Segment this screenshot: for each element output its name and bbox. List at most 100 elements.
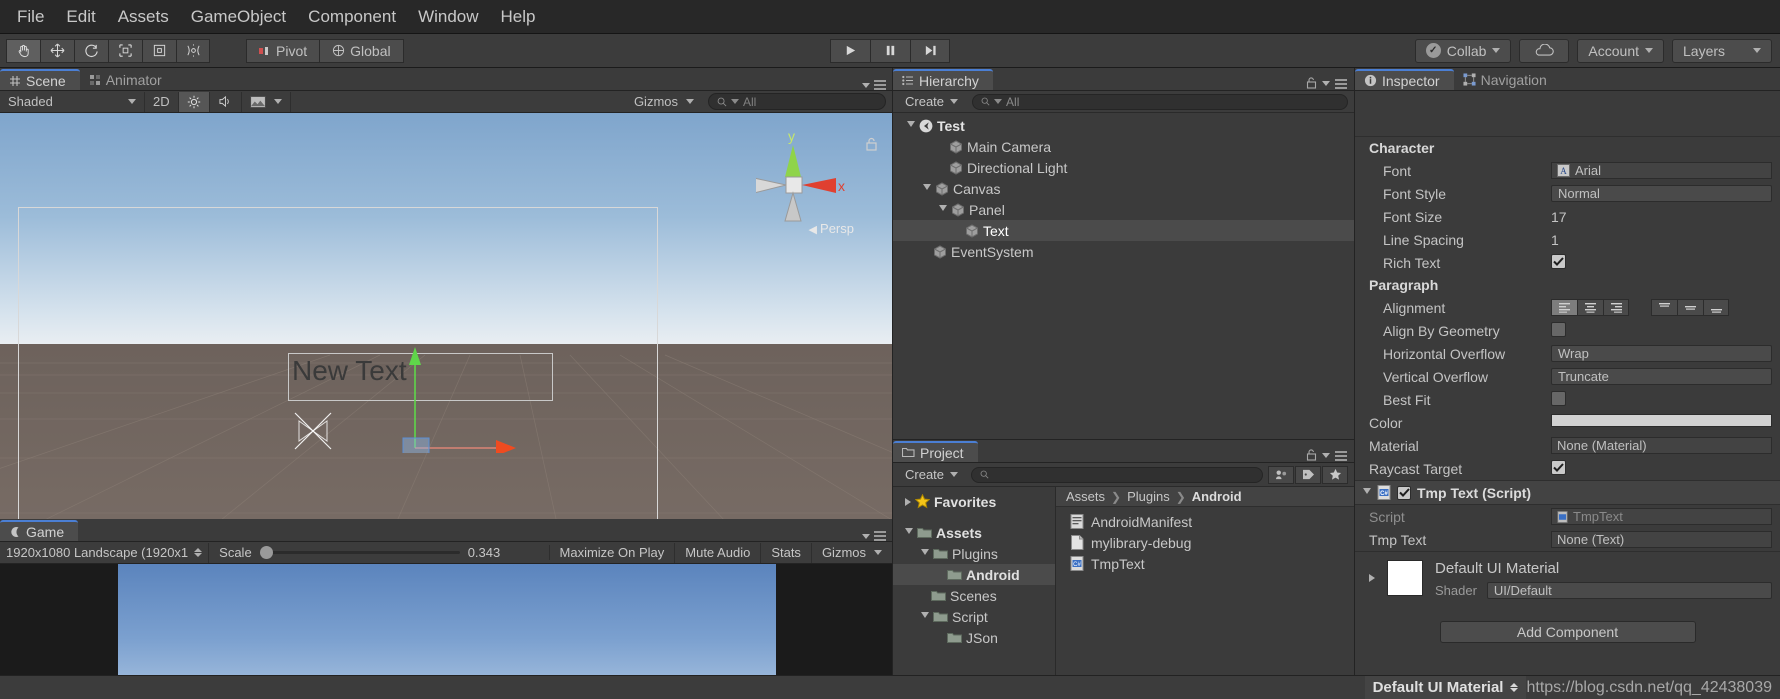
- rotate-tool-button[interactable]: [74, 38, 108, 63]
- play-button[interactable]: [830, 38, 870, 63]
- tab-navigation[interactable]: Navigation: [1453, 69, 1561, 90]
- script-object-field[interactable]: TmpText: [1551, 508, 1772, 525]
- maximize-on-play-button[interactable]: Maximize On Play: [550, 542, 676, 563]
- mute-audio-button[interactable]: Mute Audio: [675, 542, 762, 563]
- hierarchy-create-button[interactable]: Create: [897, 93, 966, 111]
- project-row-favorites[interactable]: Favorites: [893, 491, 1055, 512]
- hierarchy-row-eventsystem[interactable]: EventSystem: [893, 241, 1354, 262]
- chevron-down-icon[interactable]: [921, 611, 929, 622]
- menu-edit[interactable]: Edit: [55, 5, 106, 29]
- lock-icon[interactable]: [1306, 449, 1317, 462]
- shader-dropdown[interactable]: UI/Default: [1486, 582, 1772, 599]
- toggle-2d-button[interactable]: 2D: [145, 91, 179, 112]
- font-size-input[interactable]: 17: [1551, 208, 1772, 225]
- scale-tool-button[interactable]: [108, 38, 142, 63]
- scale-slider-group[interactable]: Scale 0.343: [209, 545, 550, 560]
- line-spacing-input[interactable]: 1: [1551, 231, 1772, 248]
- shading-mode-dropdown[interactable]: Shaded: [0, 91, 145, 112]
- project-row-android[interactable]: Android: [893, 564, 1055, 585]
- status-material-chunk[interactable]: Default UI Material: [1364, 675, 1527, 699]
- chevron-down-icon[interactable]: [862, 533, 870, 539]
- best-fit-checkbox[interactable]: [1551, 391, 1566, 406]
- chevron-right-icon[interactable]: [1369, 574, 1375, 582]
- tab-game[interactable]: Game: [0, 520, 79, 541]
- tab-hierarchy[interactable]: Hierarchy: [893, 69, 993, 90]
- project-create-button[interactable]: Create: [897, 466, 966, 484]
- panel-menu-icon[interactable]: [874, 531, 886, 541]
- tmp-text-object-field[interactable]: None (Text): [1551, 531, 1772, 548]
- chevron-down-icon[interactable]: [862, 82, 870, 88]
- tab-animator[interactable]: Animator: [79, 69, 176, 90]
- align-h-left-button[interactable]: [1551, 299, 1577, 316]
- chevron-down-icon[interactable]: [1322, 81, 1330, 86]
- gizmos-dropdown[interactable]: Gizmos: [626, 92, 702, 112]
- align-v-top-button[interactable]: [1651, 299, 1677, 316]
- vertical-overflow-dropdown[interactable]: Truncate: [1551, 368, 1772, 385]
- project-row-scenes[interactable]: Scenes: [893, 585, 1055, 606]
- breadcrumb-item-1[interactable]: Plugins: [1127, 489, 1170, 504]
- add-component-button[interactable]: Add Component: [1439, 621, 1696, 643]
- chevron-down-icon[interactable]: [1322, 453, 1330, 458]
- menu-help[interactable]: Help: [490, 5, 547, 29]
- layers-button[interactable]: Layers: [1672, 38, 1772, 63]
- step-button[interactable]: [910, 38, 950, 63]
- chevron-down-icon[interactable]: [905, 527, 913, 538]
- slider-knob[interactable]: [259, 546, 273, 559]
- material-object-field[interactable]: None (Material): [1551, 437, 1772, 454]
- move-tool-button[interactable]: [40, 38, 74, 63]
- scene-viewport[interactable]: New Text y x ◀ Persp: [0, 113, 892, 519]
- transform-tool-button[interactable]: [176, 38, 210, 63]
- font-object-field[interactable]: A Arial: [1551, 162, 1772, 179]
- chevron-down-icon[interactable]: [921, 548, 929, 559]
- scene-fx-dropdown[interactable]: [242, 91, 291, 112]
- hand-tool-button[interactable]: [6, 38, 40, 63]
- chevron-right-icon[interactable]: [905, 497, 911, 506]
- panel-menu-icon[interactable]: [1335, 450, 1347, 461]
- hierarchy-row-main-camera[interactable]: Main Camera: [893, 136, 1354, 157]
- menu-file[interactable]: File: [6, 5, 55, 29]
- align-h-right-button[interactable]: [1603, 299, 1629, 316]
- hierarchy-row-text[interactable]: Text: [893, 220, 1354, 241]
- pivot-button[interactable]: Pivot: [246, 38, 320, 63]
- scene-lighting-toggle[interactable]: [178, 91, 210, 112]
- collab-button[interactable]: ✓ Collab: [1414, 38, 1512, 63]
- align-v-middle-button[interactable]: [1677, 299, 1703, 316]
- align-h-center-button[interactable]: [1577, 299, 1603, 316]
- global-button[interactable]: Global: [319, 38, 404, 63]
- pause-button[interactable]: [870, 38, 910, 63]
- move-gizmo[interactable]: [390, 343, 530, 453]
- chevron-down-icon[interactable]: [923, 183, 931, 194]
- tab-scene[interactable]: Scene: [0, 69, 80, 90]
- component-enabled-checkbox[interactable]: [1397, 485, 1411, 500]
- hierarchy-row-panel[interactable]: Panel: [893, 199, 1354, 220]
- filter-by-label-icon[interactable]: [1295, 465, 1321, 484]
- tab-inspector[interactable]: Inspector: [1355, 69, 1454, 90]
- chevron-down-icon[interactable]: [939, 204, 947, 215]
- align-by-geometry-checkbox[interactable]: [1551, 322, 1566, 337]
- project-row-json[interactable]: JSon: [893, 627, 1055, 648]
- font-style-dropdown[interactable]: Normal: [1551, 185, 1772, 202]
- account-button[interactable]: Account: [1577, 38, 1664, 63]
- projection-mode-label[interactable]: ◀ Persp: [809, 221, 854, 236]
- filter-by-type-icon[interactable]: [1268, 465, 1294, 484]
- menu-window[interactable]: Window: [407, 5, 489, 29]
- stats-button[interactable]: Stats: [761, 542, 812, 563]
- material-preview-block[interactable]: Default UI Material Shader UI/Default: [1355, 551, 1780, 605]
- scale-slider[interactable]: [259, 546, 460, 559]
- component-header-tmp-text[interactable]: C# Tmp Text (Script): [1355, 480, 1780, 505]
- panel-menu-icon[interactable]: [874, 80, 886, 90]
- hierarchy-row-directional-light[interactable]: Directional Light: [893, 157, 1354, 178]
- project-row-assets[interactable]: Assets: [893, 522, 1055, 543]
- project-row-plugins[interactable]: Plugins: [893, 543, 1055, 564]
- lock-icon[interactable]: [865, 137, 878, 152]
- menu-gameobject[interactable]: GameObject: [180, 5, 297, 29]
- rect-handle-gizmo[interactable]: [285, 403, 341, 459]
- hierarchy-row-test[interactable]: Test: [893, 115, 1354, 136]
- menu-component[interactable]: Component: [297, 5, 407, 29]
- rect-tool-button[interactable]: [142, 38, 176, 63]
- menu-assets[interactable]: Assets: [107, 5, 180, 29]
- chevron-down-icon[interactable]: [1363, 487, 1371, 498]
- hierarchy-search-input[interactable]: All: [972, 93, 1348, 110]
- hierarchy-row-canvas[interactable]: Canvas: [893, 178, 1354, 199]
- lock-icon[interactable]: [1306, 77, 1317, 90]
